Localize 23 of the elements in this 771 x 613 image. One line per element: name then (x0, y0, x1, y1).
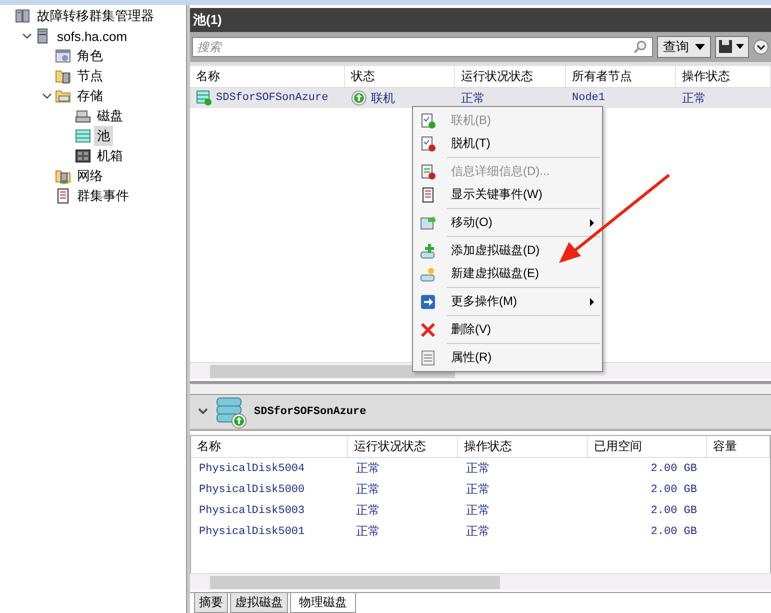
table-cell: 正常 (356, 502, 380, 519)
table-cell: 正常 (466, 460, 490, 477)
table-cell: 正常 (356, 523, 380, 540)
table-cell: 正常 (356, 481, 380, 498)
table-cell: 正常 (356, 460, 380, 477)
table-cell: PhysicalDisk5001 (199, 526, 305, 538)
table-cell: 正常 (466, 481, 490, 498)
table-cell: 2.00 GB (650, 462, 697, 474)
detail-title: SDSforSOFSonAzure (254, 406, 366, 418)
panel-title: 池(1) (190, 8, 771, 32)
table-cell: 正常 (466, 502, 490, 519)
table-cell: 正常 (461, 90, 485, 106)
table-cell: 2.00 GB (650, 484, 697, 496)
table-cell: 联机 (371, 90, 395, 106)
table-cell: 正常 (682, 90, 706, 106)
table-cell: SDSforSOFSonAzure (216, 92, 328, 104)
table-cell: 正常 (466, 523, 490, 540)
table-cell: PhysicalDisk5004 (199, 462, 305, 474)
table-cell: 2.00 GB (650, 526, 697, 538)
table-cell: PhysicalDisk5003 (199, 504, 305, 516)
table-cell: PhysicalDisk5000 (199, 484, 305, 496)
table-cell: 2.00 GB (650, 504, 697, 516)
table-cell: Node1 (572, 92, 606, 104)
